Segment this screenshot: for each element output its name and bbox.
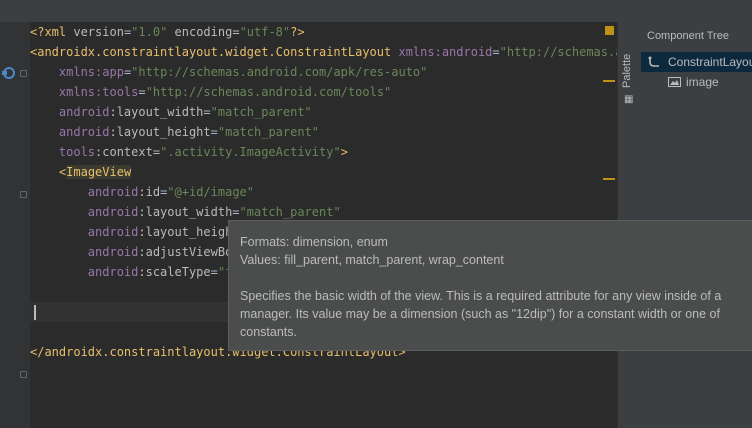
editor-tab-bar: [0, 0, 752, 23]
code-token: "1.0": [131, 25, 168, 39]
code-token: tools: [58, 145, 96, 159]
code-line[interactable]: android:layout_heigh: [30, 222, 233, 242]
code-line[interactable]: android:layout_width="match_parent": [30, 102, 312, 122]
code-token: android: [87, 185, 139, 199]
code-token: :scaleType: [138, 265, 211, 279]
tooltip-description: manager. Its value may be a dimension (s…: [240, 307, 720, 321]
code-line[interactable]: xmlns:app="http://schemas.android.com/ap…: [30, 62, 427, 82]
code-token: >: [340, 145, 348, 159]
code-token: "match_parent": [239, 205, 341, 219]
code-token: version: [73, 25, 124, 39]
editor-gutter: [0, 22, 30, 428]
code-token: =: [210, 125, 218, 139]
code-token: "@+id/image": [167, 185, 254, 199]
code-token: ".activity.ImageActivity": [160, 145, 341, 159]
code-token: android: [87, 245, 139, 259]
fold-icon[interactable]: [20, 70, 27, 77]
code-line[interactable]: tools:context=".activity.ImageActivity">: [30, 142, 348, 162]
code-line[interactable]: xmlns:tools="http://schemas.android.com/…: [30, 82, 391, 102]
code-token: "utf-8": [239, 25, 291, 39]
code-token: android: [58, 125, 110, 139]
tooltip-description: Specifies the basic width of the view. T…: [240, 289, 722, 303]
tooltip-values: Values: fill_parent, match_parent, wrap_…: [240, 253, 504, 267]
code-token: =: [210, 265, 218, 279]
code-token: ImageView: [66, 165, 132, 179]
code-token: :layout_width: [138, 205, 233, 219]
code-token: "http://schemas.android.com/apk/res-auto…: [131, 65, 428, 79]
code-token: =: [232, 205, 240, 219]
code-token: =: [232, 25, 240, 39]
tooltip-formats: Formats: dimension, enum: [240, 235, 388, 249]
code-token: =: [203, 105, 211, 119]
code-token: =: [138, 85, 146, 99]
tree-item-label: image: [686, 75, 719, 89]
component-tree-title: Component Tree: [647, 30, 729, 42]
code-line[interactable]: android:layout_height="match_parent": [30, 122, 319, 142]
code-token: "match_parent": [217, 125, 320, 139]
error-stripe-mark[interactable]: [603, 80, 615, 82]
code-token: android: [87, 265, 139, 279]
error-stripe-mark[interactable]: [603, 178, 615, 180]
code-token: <androidx.constraintlayout.widget.Constr…: [30, 45, 399, 59]
warning-marker[interactable]: [605, 26, 614, 35]
fold-icon[interactable]: [20, 371, 27, 378]
code-token: :adjustViewBo: [138, 245, 233, 259]
palette-icon[interactable]: ▦: [624, 94, 636, 106]
code-token: android: [58, 105, 110, 119]
code-line[interactable]: android:adjustViewBo: [30, 242, 233, 262]
activity-gutter-icon[interactable]: [1, 66, 15, 80]
code-line[interactable]: <androidx.constraintlayout.widget.Constr…: [30, 42, 617, 62]
code-token: "http://schemas.android.com/tools": [145, 85, 392, 99]
fold-icon[interactable]: [20, 191, 27, 198]
code-line[interactable]: <ImageView: [30, 162, 132, 182]
code-token: ?>: [290, 25, 305, 39]
code-token: encoding: [174, 25, 233, 39]
text-caret: [34, 305, 36, 320]
code-token: android: [87, 225, 139, 239]
code-line[interactable]: android:id="@+id/image": [30, 182, 254, 202]
code-line[interactable]: android:scaleType="f: [30, 262, 233, 282]
code-token: :layout_width: [109, 105, 204, 119]
code-token: :context: [95, 145, 153, 159]
code-token: xmlns:app: [58, 65, 124, 79]
constraint-layout-icon: [648, 56, 659, 67]
code-token: <?xml: [30, 25, 74, 39]
attribute-documentation-tooltip: Formats: dimension, enum Values: fill_pa…: [228, 220, 752, 351]
code-token: :layout_heigh: [138, 225, 233, 239]
tree-item-label: ConstraintLayout: [668, 55, 752, 69]
code-token: :layout_height: [109, 125, 211, 139]
code-line[interactable]: android:layout_width="match_parent": [30, 202, 341, 222]
tooltip-description: constants.: [240, 325, 297, 339]
code-token: =: [152, 145, 161, 159]
code-line[interactable]: <?xml version="1.0" encoding="utf-8"?>: [30, 22, 305, 42]
code-token: "http://schemas.and: [499, 45, 617, 59]
code-token: "match_parent": [210, 105, 312, 119]
code-token: xmlns:android: [398, 45, 493, 59]
code-token: =: [492, 45, 500, 59]
image-icon: [668, 77, 681, 87]
code-token: :id: [138, 185, 161, 199]
tree-item-image[interactable]: image: [641, 72, 752, 92]
code-token: xmlns:tools: [58, 85, 139, 99]
palette-tab[interactable]: Palette: [621, 32, 633, 88]
code-token: android: [87, 205, 139, 219]
tree-item-constraintlayout[interactable]: ConstraintLayout: [641, 52, 752, 72]
